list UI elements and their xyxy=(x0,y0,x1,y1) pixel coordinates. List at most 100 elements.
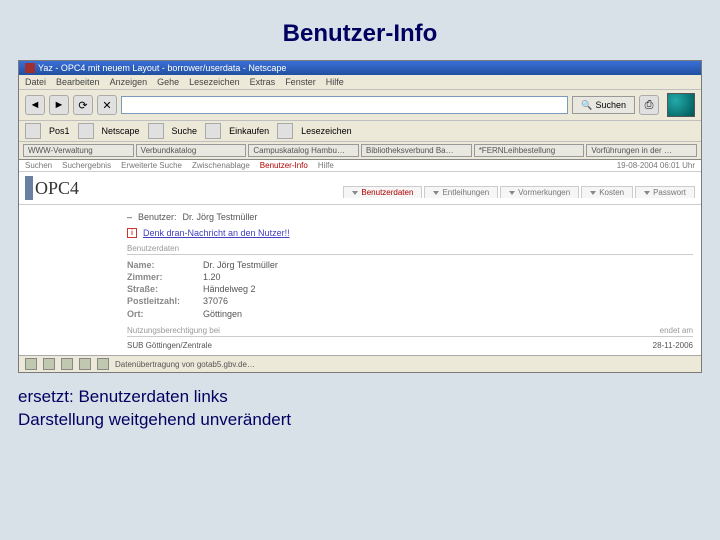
search2-icon[interactable] xyxy=(148,123,164,139)
reload-icon[interactable]: ⟳ xyxy=(73,95,93,115)
bookmark-tab[interactable]: Campuskatalog Hambu… xyxy=(248,144,359,157)
sb-icon xyxy=(79,358,91,370)
forward-icon[interactable]: ► xyxy=(49,95,69,115)
opc-header: OPC4 Benutzerdaten Entleihungen Vormerku… xyxy=(19,172,701,205)
entitlement-header: Nutzungsberechtigung bei endet am xyxy=(127,326,693,335)
bookmark-tab[interactable]: Bibliotheksverbund Ba… xyxy=(361,144,472,157)
url-input[interactable] xyxy=(121,96,568,114)
nav-results[interactable]: Suchergebnis xyxy=(62,161,111,170)
field-key: Zimmer: xyxy=(127,271,195,283)
tri-icon xyxy=(433,191,439,195)
sb-icon xyxy=(61,358,73,370)
bookmark-tab[interactable]: Vorführungen in der … xyxy=(586,144,697,157)
menu-extras[interactable]: Extras xyxy=(250,77,276,87)
kv-row: Straße: Händelweg 2 xyxy=(127,283,693,295)
user-line: – Benutzer: Dr. Jörg Testmüller xyxy=(127,212,693,222)
divider xyxy=(127,254,693,255)
entitlement-row: SUB Göttingen/Zentrale 28-11-2006 xyxy=(127,341,693,350)
nav-userinfo[interactable]: Benutzer-Info xyxy=(260,161,308,170)
menu-window[interactable]: Fenster xyxy=(285,77,316,87)
user-name: Dr. Jörg Testmüller xyxy=(183,212,258,222)
ent-right-h: endet am xyxy=(660,326,693,335)
search-button-label: Suchen xyxy=(595,100,626,110)
personal-toolbar: Pos1 Netscape Suche Einkaufen Lesezeiche… xyxy=(19,121,701,141)
bookmarks-bar: WWW-Verwaltung Verbundkatalog Campuskata… xyxy=(19,141,701,159)
tri-icon xyxy=(590,191,596,195)
menu-file[interactable]: Datei xyxy=(25,77,46,87)
favicon-icon xyxy=(25,63,35,73)
print-icon[interactable]: ⎙ xyxy=(639,95,659,115)
field-key: Postleitzahl: xyxy=(127,295,195,307)
alert-line: i Denk dran-Nachricht an den Nutzer!! xyxy=(127,228,693,238)
bookmark-tab[interactable]: Verbundkatalog xyxy=(136,144,247,157)
menu-go[interactable]: Gehe xyxy=(157,77,179,87)
tb-shop[interactable]: Einkaufen xyxy=(229,126,269,136)
field-value: Händelweg 2 xyxy=(203,283,256,295)
subtab-password[interactable]: Passwort xyxy=(635,186,695,198)
bookmark-tab[interactable]: WWW-Verwaltung xyxy=(23,144,134,157)
subtab-loans[interactable]: Entleihungen xyxy=(424,186,498,198)
bm-icon[interactable] xyxy=(277,123,293,139)
nav-help[interactable]: Hilfe xyxy=(318,161,334,170)
nav-search[interactable]: Suchen xyxy=(25,161,52,170)
tri-icon xyxy=(352,191,358,195)
netscape-logo-icon xyxy=(667,93,695,117)
menu-edit[interactable]: Bearbeiten xyxy=(56,77,100,87)
back-icon[interactable]: ◄ xyxy=(25,95,45,115)
main-area: – Benutzer: Dr. Jörg Testmüller i Denk d… xyxy=(19,205,701,355)
tb-bookmarks[interactable]: Lesezeichen xyxy=(301,126,352,136)
subtab-reservations[interactable]: Vormerkungen xyxy=(500,186,579,198)
titlebar: Yaz - OPC4 mit neuem Layout - borrower/u… xyxy=(19,61,701,75)
opc-logo: OPC4 xyxy=(35,178,79,199)
tb-home[interactable]: Pos1 xyxy=(49,126,70,136)
dash-icon: – xyxy=(127,212,132,222)
timestamp: 19-08-2004 06:01 Uhr xyxy=(617,161,695,170)
info-area: – Benutzer: Dr. Jörg Testmüller i Denk d… xyxy=(119,205,701,355)
subtab-fees[interactable]: Kosten xyxy=(581,186,633,198)
sb-icon xyxy=(43,358,55,370)
kv-row: Zimmer: 1.20 xyxy=(127,271,693,283)
stop-icon[interactable]: ✕ xyxy=(97,95,117,115)
nav-advanced[interactable]: Erweiterte Suche xyxy=(121,161,182,170)
ent-left: SUB Göttingen/Zentrale xyxy=(127,341,212,350)
field-key: Straße: xyxy=(127,283,195,295)
subtab-label: Benutzerdaten xyxy=(361,188,413,197)
menu-help[interactable]: Hilfe xyxy=(326,77,344,87)
subtab-userdata[interactable]: Benutzerdaten xyxy=(343,186,422,198)
field-value: Dr. Jörg Testmüller xyxy=(203,259,278,271)
shop-icon[interactable] xyxy=(205,123,221,139)
field-key: Ort: xyxy=(127,308,195,320)
ent-right: 28-11-2006 xyxy=(653,341,693,350)
menu-view[interactable]: Anzeigen xyxy=(110,77,148,87)
slide-title: Benutzer-Info xyxy=(0,0,720,60)
search-button[interactable]: 🔍 Suchen xyxy=(572,96,635,114)
field-key: Name: xyxy=(127,259,195,271)
tri-icon xyxy=(644,191,650,195)
ent-left-h: Nutzungsberechtigung bei xyxy=(127,326,220,335)
bookmark-tab[interactable]: *FERNLeihbestellung xyxy=(474,144,585,157)
section-heading: Benutzerdaten xyxy=(127,244,693,253)
menu-bookmarks[interactable]: Lesezeichen xyxy=(189,77,240,87)
home-icon[interactable] xyxy=(25,123,41,139)
subtab-label: Vormerkungen xyxy=(518,188,570,197)
slide-notes: ersetzt: Benutzerdaten links Darstellung… xyxy=(18,385,702,432)
note-line: ersetzt: Benutzerdaten links xyxy=(18,385,702,408)
left-column xyxy=(19,205,119,355)
sb-icon xyxy=(25,358,37,370)
field-value: 1.20 xyxy=(203,271,221,283)
tb-netscape[interactable]: Netscape xyxy=(102,126,140,136)
subtab-label: Kosten xyxy=(599,188,624,197)
divider xyxy=(127,336,693,337)
subtab-label: Passwort xyxy=(653,188,686,197)
field-value: 37076 xyxy=(203,295,228,307)
nav-clipboard[interactable]: Zwischenablage xyxy=(192,161,250,170)
opc-subtabs: Benutzerdaten Entleihungen Vormerkungen … xyxy=(337,172,701,198)
netscape-icon[interactable] xyxy=(78,123,94,139)
navbar: ◄ ► ⟳ ✕ 🔍 Suchen ⎙ xyxy=(19,89,701,121)
alert-link[interactable]: Denk dran-Nachricht an den Nutzer!! xyxy=(143,228,290,238)
statusbar-text: Datenübertragung von gotab5.gbv.de… xyxy=(115,360,255,369)
tb-search[interactable]: Suche xyxy=(172,126,198,136)
kv-row: Postleitzahl: 37076 xyxy=(127,295,693,307)
kv-row: Name: Dr. Jörg Testmüller xyxy=(127,259,693,271)
page-content: Suchen Suchergebnis Erweiterte Suche Zwi… xyxy=(19,159,701,355)
